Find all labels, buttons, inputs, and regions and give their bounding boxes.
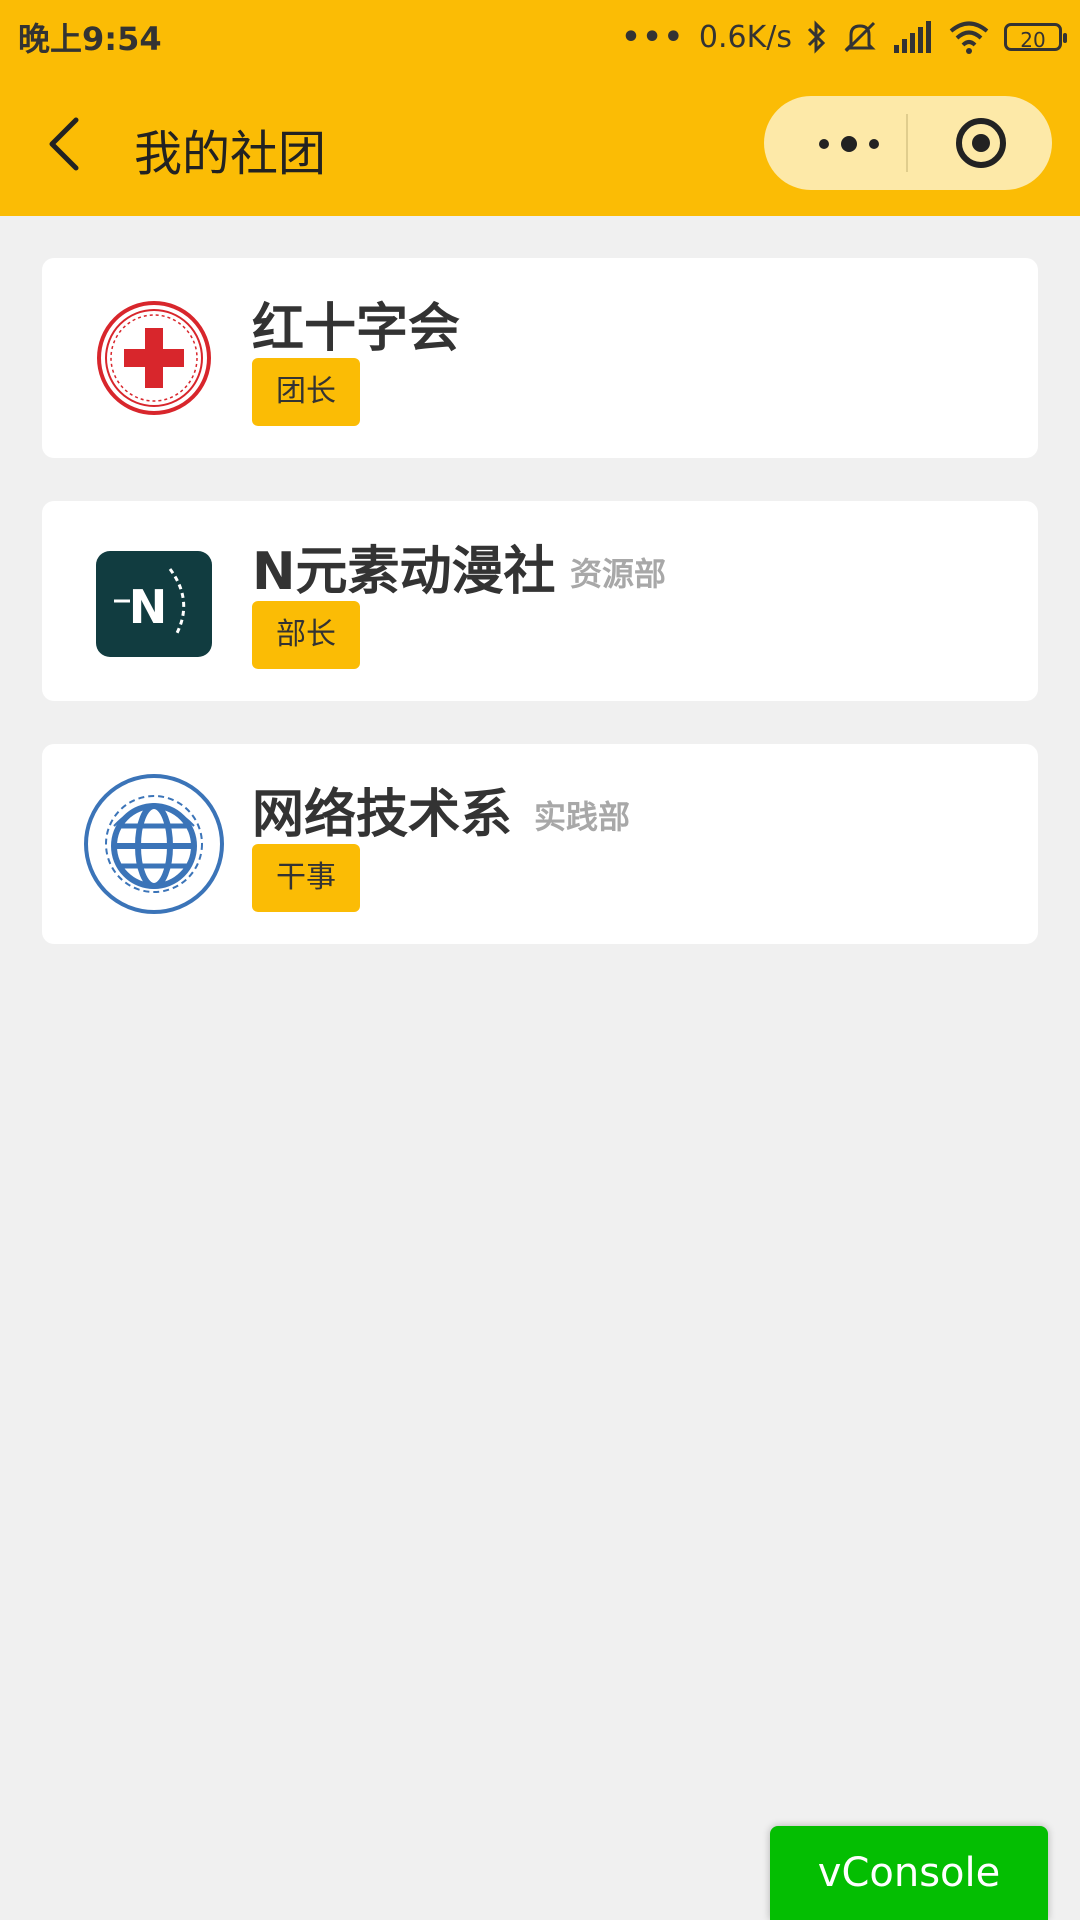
wifi-icon xyxy=(949,21,989,54)
club-card[interactable]: 红十字会 团长 xyxy=(42,258,1038,458)
mini-program-capsule xyxy=(764,96,1052,190)
top-bar: 晚上9:54 ••• 0.6K/s 20 我的社团 xyxy=(0,0,1080,216)
club-card[interactable]: 网络技术系 实践部 干事 xyxy=(42,744,1038,944)
club-name: 红十字会 xyxy=(252,299,461,359)
club-name: 网络技术系 xyxy=(252,785,513,845)
network-speed: 0.6K/s xyxy=(698,19,792,55)
battery-indicator: 20 xyxy=(1004,23,1067,52)
status-icons: ••• 0.6K/s 20 xyxy=(621,14,1067,60)
role-badge: 干事 xyxy=(252,844,360,912)
red-cross-logo xyxy=(97,301,211,415)
department-label: 资源部 xyxy=(570,555,667,593)
n-element-logo: N xyxy=(96,551,212,657)
role-badge: 团长 xyxy=(252,358,360,426)
role-badge: 部长 xyxy=(252,601,360,669)
page-title: 我的社团 xyxy=(134,126,327,182)
cell-signal-icon xyxy=(894,21,931,53)
bluetooth-icon xyxy=(807,20,826,54)
svg-text:N: N xyxy=(129,580,168,634)
chevron-left-icon[interactable] xyxy=(40,112,90,176)
vconsole-button[interactable]: vConsole xyxy=(770,1826,1048,1920)
more-dots-icon[interactable] xyxy=(804,124,894,164)
department-label: 实践部 xyxy=(534,798,631,836)
club-name: N元素动漫社 xyxy=(252,542,556,602)
status-time: 晚上9:54 xyxy=(18,20,162,58)
target-close-icon[interactable] xyxy=(954,116,1008,170)
club-card[interactable]: N N元素动漫社 资源部 部长 xyxy=(42,501,1038,701)
mute-bell-icon xyxy=(844,21,876,53)
globe-logo xyxy=(84,774,224,914)
signal-dots: ••• xyxy=(621,19,685,55)
capsule-divider xyxy=(906,114,908,172)
